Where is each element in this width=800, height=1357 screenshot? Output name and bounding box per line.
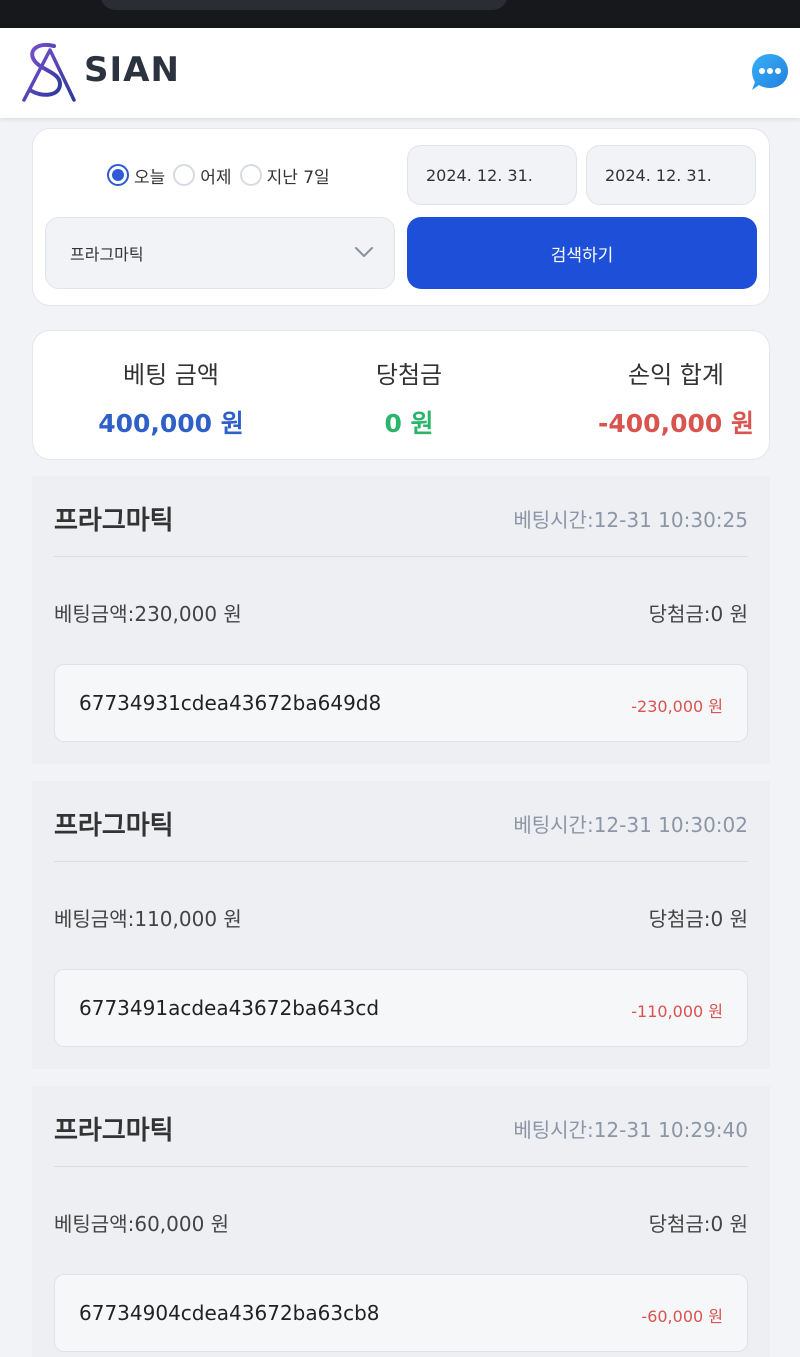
bet-record-card[interactable]: 프라그마틱 베팅시간:12-31 10:30:25 베팅금액:230,000 원… xyxy=(32,476,770,764)
radio-last-7-days[interactable]: 지난 7일 xyxy=(239,163,330,188)
bet-id: 6773491acdea43672ba643cd xyxy=(79,996,380,1020)
bet-time: 베팅시간:12-31 10:30:02 xyxy=(513,813,748,837)
radio-today[interactable]: 오늘 xyxy=(107,163,165,188)
summary-pl-label: 손익 합계 xyxy=(628,361,724,389)
summary-win: 당첨금 0 원 xyxy=(286,355,532,440)
bet-title: 프라그마틱 xyxy=(54,811,174,841)
status-bar xyxy=(0,0,800,28)
game-provider-select[interactable]: 프라그마틱 xyxy=(45,217,395,289)
summary-card: 베팅 금액 400,000 원 당첨금 0 원 손익 합계 -400,000 원 xyxy=(32,330,770,460)
bet-amount: 베팅금액:110,000 원 xyxy=(54,907,242,931)
radio-unchecked-icon xyxy=(239,164,262,186)
bet-record-card[interactable]: 프라그마틱 베팅시간:12-31 10:29:40 베팅금액:60,000 원 … xyxy=(32,1086,770,1357)
bet-record-card[interactable]: 프라그마틱 베팅시간:12-31 10:30:02 베팅금액:110,000 원… xyxy=(32,781,770,1069)
chevron-down-icon xyxy=(355,247,373,257)
bet-win: 당첨금:0 원 xyxy=(648,1212,748,1236)
bet-id-box: 67734931cdea43672ba649d8 -230,000 원 xyxy=(54,664,748,742)
summary-bet-value: 400,000 원 xyxy=(98,409,244,438)
search-button[interactable]: 검색하기 xyxy=(407,217,757,289)
divider xyxy=(54,861,748,862)
date-from-field[interactable]: 2024. 12. 31. xyxy=(407,145,577,205)
bet-id: 67734904cdea43672ba63cb8 xyxy=(79,1301,380,1325)
status-bar-notch xyxy=(100,0,508,10)
bet-result: -110,000 원 xyxy=(631,1002,723,1021)
summary-win-label: 당첨금 xyxy=(375,361,443,389)
bet-id: 67734931cdea43672ba649d8 xyxy=(79,691,382,715)
logo-icon xyxy=(22,43,76,102)
radio-unchecked-icon xyxy=(173,164,196,186)
radio-yesterday[interactable]: 어제 xyxy=(173,163,232,188)
bet-amount: 베팅금액:230,000 원 xyxy=(54,602,242,626)
bet-amount: 베팅금액:60,000 원 xyxy=(54,1212,230,1236)
radio-label: 오늘 xyxy=(134,167,166,188)
bet-time: 베팅시간:12-31 10:30:25 xyxy=(513,508,748,532)
summary-win-value: 0 원 xyxy=(384,409,434,438)
bet-win: 당첨금:0 원 xyxy=(648,907,748,931)
bet-result: -60,000 원 xyxy=(641,1307,723,1326)
logo-text: SIAN xyxy=(84,50,180,90)
filter-card: 오늘 어제 지난 7일 2024. 12. 31. 2024. 12. 31. … xyxy=(32,128,770,306)
bet-result: -230,000 원 xyxy=(631,697,723,716)
chat-bubble-icon[interactable] xyxy=(750,52,790,92)
bet-id-box: 6773491acdea43672ba643cd -110,000 원 xyxy=(54,969,748,1047)
date-range-radios: 오늘 어제 지난 7일 xyxy=(107,159,330,191)
divider xyxy=(54,1166,748,1167)
radio-checked-icon xyxy=(107,164,129,186)
summary-bet-label: 베팅 금액 xyxy=(123,361,219,389)
bet-win: 당첨금:0 원 xyxy=(648,602,748,626)
radio-label: 어제 xyxy=(200,167,232,188)
bet-title: 프라그마틱 xyxy=(54,1116,174,1146)
bet-id-box: 67734904cdea43672ba63cb8 -60,000 원 xyxy=(54,1274,748,1352)
summary-pl: 손익 합계 -400,000 원 xyxy=(553,355,799,440)
summary-bet: 베팅 금액 400,000 원 xyxy=(48,355,294,440)
divider xyxy=(54,556,748,557)
summary-pl-value: -400,000 원 xyxy=(598,409,754,438)
bet-time: 베팅시간:12-31 10:29:40 xyxy=(513,1118,748,1142)
date-to-field[interactable]: 2024. 12. 31. xyxy=(586,145,756,205)
app-header: SIAN xyxy=(0,28,800,118)
radio-label: 지난 7일 xyxy=(266,167,330,188)
bet-title: 프라그마틱 xyxy=(54,506,174,536)
select-value: 프라그마틱 xyxy=(70,245,144,264)
